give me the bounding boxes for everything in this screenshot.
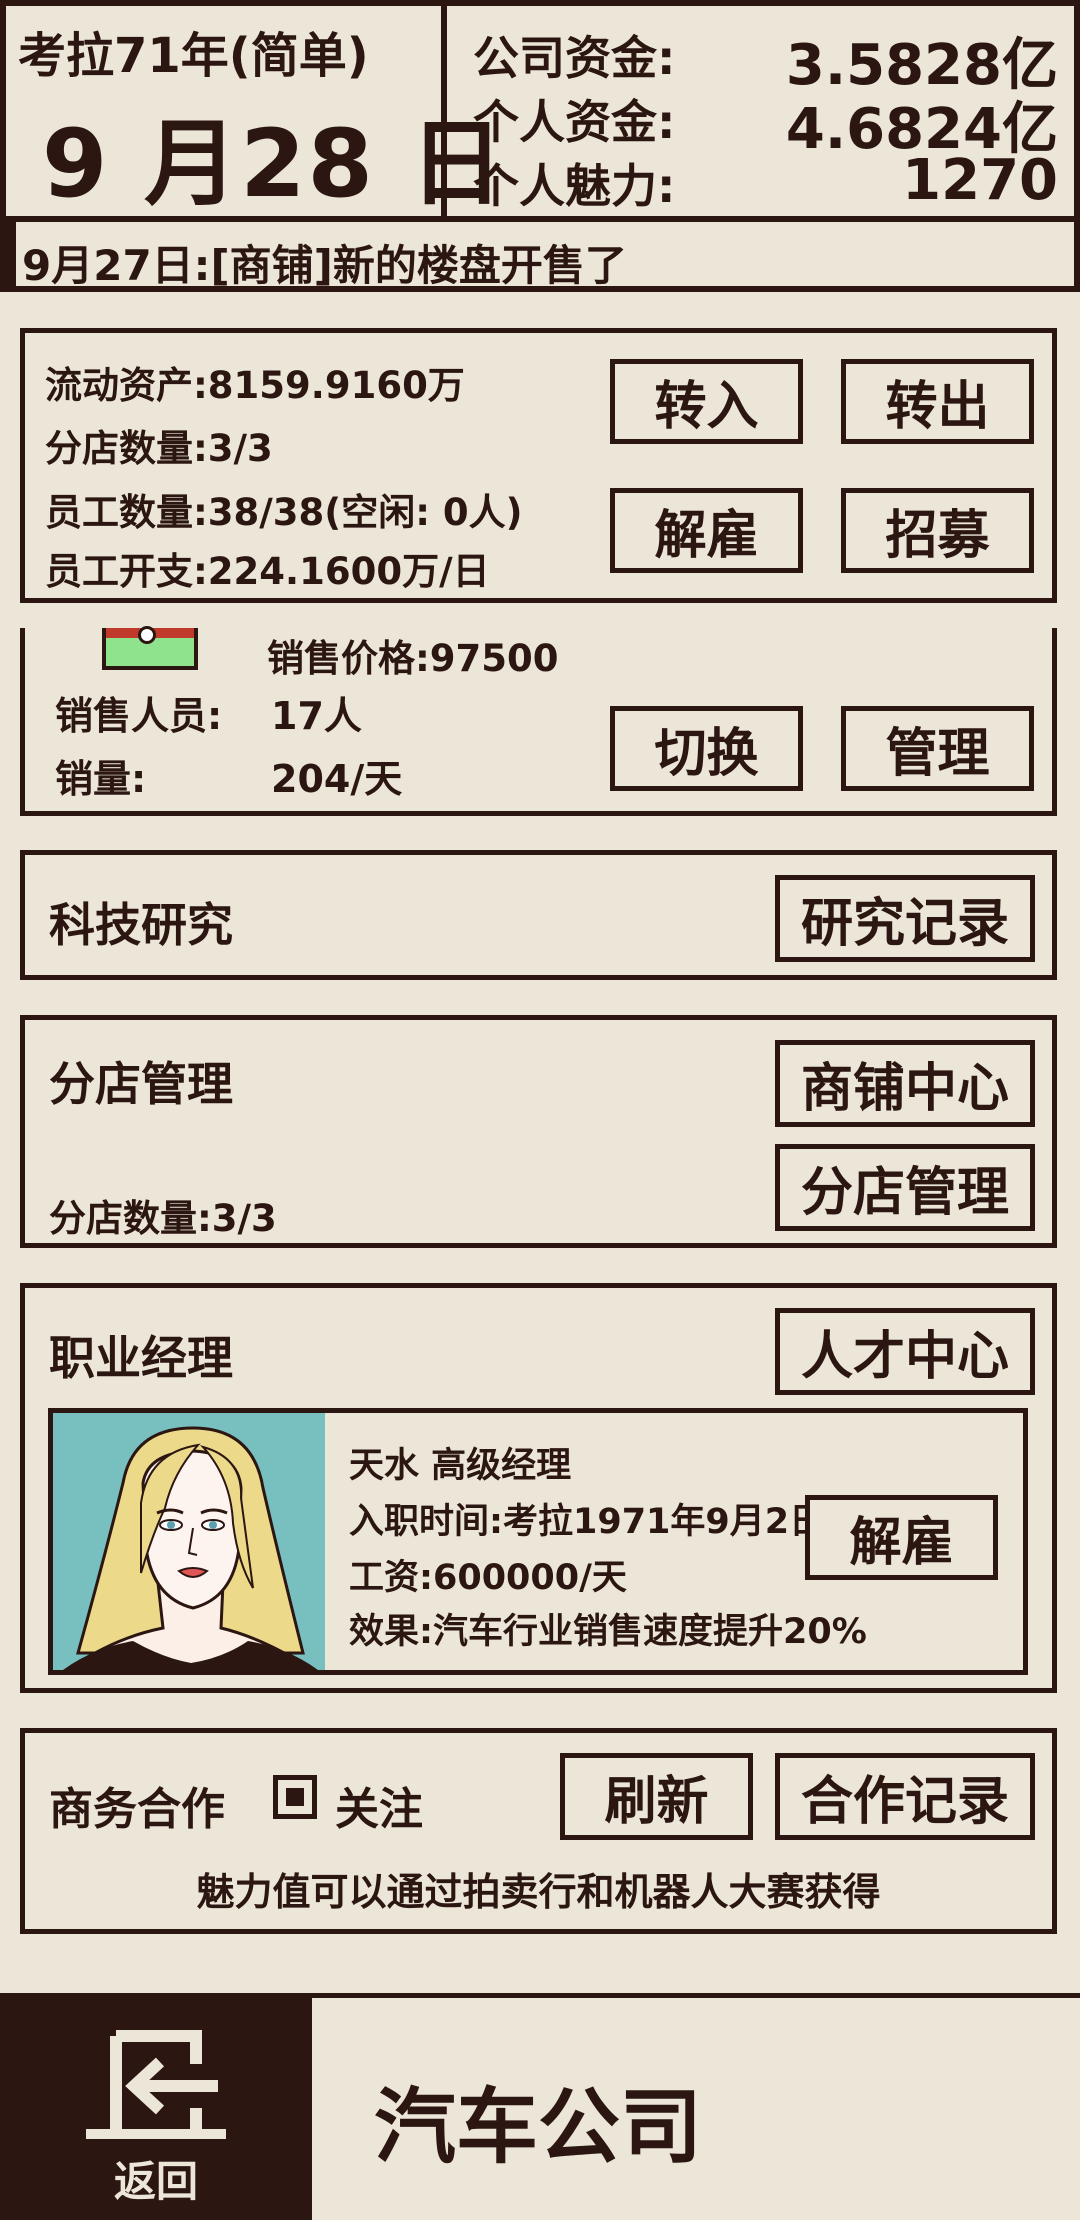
shop-center-button[interactable]: 商铺中心 <box>775 1040 1035 1127</box>
branch-panel: 分店管理 分店数量:3/3 商铺中心 分店管理 <box>20 1015 1057 1248</box>
sales-staff-value: 17人 <box>271 694 362 738</box>
fire-employee-button[interactable]: 解雇 <box>610 488 803 573</box>
branch-manage-button[interactable]: 分店管理 <box>775 1144 1035 1231</box>
sales-staff-label: 销售人员: <box>55 694 223 738</box>
checkbox-check-icon <box>286 1788 304 1806</box>
sales-volume-value: 204/天 <box>271 757 403 801</box>
branch-title: 分店管理 <box>49 1057 233 1111</box>
switch-button[interactable]: 切换 <box>610 706 803 791</box>
back-label: 返回 <box>113 2157 198 2206</box>
manager-panel: 职业经理 人才中心 天水 高级经理 入职时间:考拉1971年9月2日 工资:60… <box>20 1283 1057 1693</box>
business-title: 商务合作 <box>49 1784 225 1835</box>
manager-portrait <box>53 1413 325 1670</box>
research-records-button[interactable]: 研究记录 <box>775 875 1035 962</box>
manager-title: 职业经理 <box>49 1331 233 1385</box>
fire-manager-button[interactable]: 解雇 <box>805 1495 998 1580</box>
business-panel: 商务合作 关注 刷新 合作记录 魅力值可以通过拍卖行和机器人大赛获得 <box>20 1728 1057 1934</box>
manager-name: 天水 高级经理 <box>349 1446 572 1486</box>
branch-count-label: 分店数量:3/3 <box>49 1197 277 1240</box>
follow-checkbox[interactable] <box>273 1775 317 1819</box>
game-era: 考拉71年(简单) <box>18 28 369 84</box>
footer-bar: 返回 汽车公司 <box>0 1993 1080 2220</box>
finance-panel: 流动资产:8159.9160万 分店数量:3/3 员工数量:38/38(空闲: … <box>20 328 1057 603</box>
refresh-button[interactable]: 刷新 <box>560 1753 753 1840</box>
news-ticker[interactable]: 9月27日:[商铺]新的楼盘开售了 <box>0 216 1080 292</box>
sales-panel: 销售价格:97500 销售人员: 17人 销量: 204/天 切换 管理 <box>20 626 1057 816</box>
employee-cost: 员工开支:224.1600万/日 <box>45 550 490 593</box>
research-panel: 科技研究 研究记录 <box>20 850 1057 980</box>
back-button[interactable]: 返回 <box>0 1998 312 2220</box>
business-hint: 魅力值可以通过拍卖行和机器人大赛获得 <box>196 1870 881 1914</box>
car-icon <box>102 626 198 670</box>
follow-label[interactable]: 关注 <box>335 1773 423 1837</box>
talent-center-button[interactable]: 人才中心 <box>775 1308 1035 1395</box>
branch-count: 分店数量:3/3 <box>45 427 273 470</box>
manager-hire-date: 入职时间:考拉1971年9月2日 <box>349 1502 825 1542</box>
manage-button[interactable]: 管理 <box>841 706 1034 791</box>
exit-door-icon <box>86 2030 226 2139</box>
personal-charm-label: 个人魅力: <box>473 159 676 213</box>
liquid-assets: 流动资产:8159.9160万 <box>45 364 465 407</box>
cooperation-records-button[interactable]: 合作记录 <box>775 1753 1035 1840</box>
manager-effect: 效果:汽车行业销售速度提升20% <box>349 1612 867 1652</box>
company-funds-label: 公司资金: <box>473 31 676 85</box>
employee-count: 员工数量:38/38(空闲: 0人) <box>45 491 523 534</box>
date-panel: 考拉71年(简单) 9 月28 日 <box>0 0 504 222</box>
company-name: 汽车公司 <box>374 2080 703 2175</box>
manager-salary: 工资:600000/天 <box>349 1558 627 1598</box>
sales-price: 销售价格:97500 <box>267 637 559 680</box>
stats-panel: 公司资金: 3.5828亿 个人资金: 4.6824亿 个人魅力: 1270 <box>441 0 1080 222</box>
personal-charm-value: 1270 <box>902 148 1058 213</box>
transfer-in-button[interactable]: 转入 <box>610 359 803 444</box>
transfer-out-button[interactable]: 转出 <box>841 359 1034 444</box>
manager-card: 天水 高级经理 入职时间:考拉1971年9月2日 工资:600000/天 效果:… <box>48 1408 1028 1675</box>
research-title: 科技研究 <box>49 898 233 952</box>
news-text: 9月27日:[商铺]新的楼盘开售了 <box>22 241 627 290</box>
personal-funds-label: 个人资金: <box>473 95 676 149</box>
recruit-button[interactable]: 招募 <box>841 488 1034 573</box>
sales-volume-label: 销量: <box>55 757 147 801</box>
game-date: 9 月28 日 <box>42 110 506 219</box>
